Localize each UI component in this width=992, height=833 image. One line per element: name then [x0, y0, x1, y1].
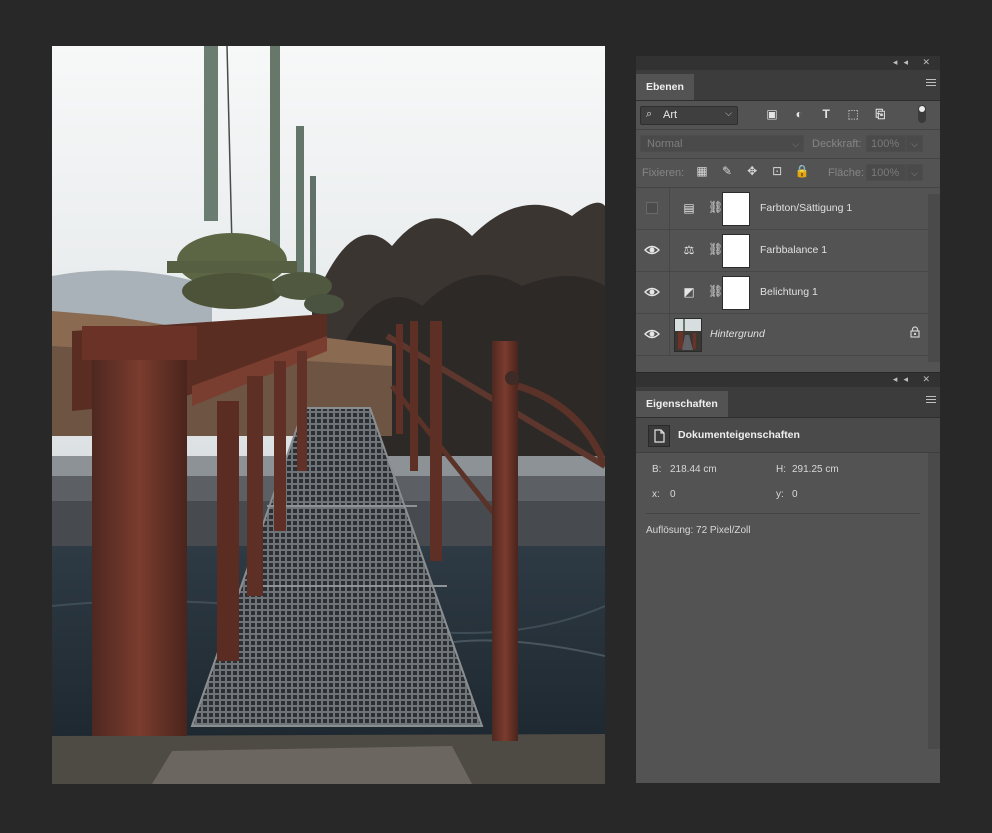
fill-input[interactable]: 100%	[866, 164, 906, 181]
x-label: x:	[652, 489, 660, 500]
x-value[interactable]: 0	[670, 489, 676, 500]
layer-name: Farbton/Sättigung 1	[760, 202, 853, 214]
layer-name: Farbbalance 1	[760, 244, 828, 256]
lock-image-pixels-icon[interactable]: ✎	[719, 164, 735, 178]
search-icon: ⌕	[646, 108, 653, 120]
lock-position-icon[interactable]: ✥	[744, 164, 760, 178]
y-label: y:	[776, 489, 784, 500]
chevron-down-icon: ⌵	[792, 139, 799, 149]
fill-label: Fläche:	[828, 167, 865, 179]
eye-icon[interactable]	[644, 285, 660, 299]
height-label: H:	[776, 464, 786, 475]
layer-mask-thumbnail[interactable]	[722, 192, 750, 226]
mask-link-icon[interactable]: ⛓	[708, 242, 723, 256]
opacity-input[interactable]: 100%	[866, 135, 906, 152]
color-balance-icon: ⚖	[683, 243, 695, 257]
layer-row-color-balance[interactable]: ⚖ ⛓ Farbbalance 1	[636, 230, 940, 272]
opacity-label: Deckkraft:	[812, 138, 862, 150]
filter-icons: ▣ ◐ T ⬚ ⎘	[764, 107, 896, 121]
type-filter-icon[interactable]: T	[818, 107, 834, 121]
divider	[669, 188, 670, 229]
properties-section-header: Dokumenteigenschaften	[636, 418, 940, 453]
properties-tabbar: Eigenschaften	[636, 387, 940, 418]
document-icon	[648, 425, 670, 447]
layer-mask-thumbnail[interactable]	[722, 234, 750, 268]
y-value[interactable]: 0	[792, 489, 798, 500]
hue-saturation-icon: ▤	[683, 201, 695, 215]
opacity-dropdown-icon[interactable]: ⌵	[906, 135, 923, 152]
image-thumbnail[interactable]	[674, 318, 702, 352]
exposure-icon: ◩	[683, 285, 695, 299]
panel-collapse-close-buttons[interactable]: ◂◂ ✕	[893, 374, 936, 385]
document-canvas[interactable]	[52, 46, 605, 784]
layer-list: ▤ ⛓ Farbton/Sättigung 1 ⚖ ⛓ Farbbalance …	[636, 188, 940, 356]
layer-name: Hintergrund	[710, 328, 765, 340]
layer-filter-row: ⌕ Art ⌵ ▣ ◐ T ⬚ ⎘	[636, 101, 940, 130]
lock-artboard-icon[interactable]: ⊡	[769, 164, 785, 178]
filter-toggle[interactable]	[918, 105, 926, 123]
layer-row-background[interactable]: Hintergrund	[636, 314, 940, 356]
divider	[669, 272, 670, 313]
adjustment-filter-icon[interactable]: ◐	[791, 107, 807, 121]
visibility-toggle-off[interactable]	[646, 202, 658, 214]
layer-row-hue-saturation[interactable]: ▤ ⛓ Farbton/Sättigung 1	[636, 188, 940, 230]
fill-dropdown-icon[interactable]: ⌵	[906, 164, 923, 181]
lock-row: Fixieren: ▦ ✎ ✥ ⊡ 🔒 Fläche: 100% ⌵	[636, 159, 940, 188]
smart-object-filter-icon[interactable]: ⎘	[872, 107, 888, 121]
layers-panel: ◂◂ ✕ Ebenen ⌕ Art ⌵ ▣ ◐ T ⬚ ⎘ Normal ⌵ D…	[636, 56, 940, 372]
tab-eigenschaften[interactable]: Eigenschaften	[636, 391, 728, 417]
blend-mode-select[interactable]: Normal ⌵	[640, 135, 804, 152]
shape-filter-icon[interactable]: ⬚	[845, 107, 861, 121]
eye-icon[interactable]	[644, 243, 660, 257]
panel-topbar: ◂◂ ✕	[636, 56, 940, 70]
chevron-down-icon: ⌵	[725, 108, 732, 118]
lock-all-icon[interactable]: 🔒	[794, 164, 810, 178]
divider	[669, 230, 670, 271]
layer-kind-filter[interactable]: ⌕ Art ⌵	[640, 106, 738, 125]
resolution-text: Auflösung: 72 Pixel/Zoll	[646, 525, 751, 536]
height-value[interactable]: 291.25 cm	[792, 464, 839, 475]
lock-icons: ▦ ✎ ✥ ⊡ 🔒	[694, 164, 816, 178]
background-thumbnail-image	[675, 319, 701, 351]
blend-row: Normal ⌵ Deckkraft: 100% ⌵	[636, 130, 940, 159]
layer-name: Belichtung 1	[760, 286, 818, 298]
properties-panel: ◂◂ ✕ Eigenschaften Dokumenteigenschaften…	[636, 373, 940, 783]
lock-icon	[910, 326, 920, 338]
properties-scrollbar[interactable]	[928, 453, 940, 749]
image-filter-icon[interactable]: ▣	[764, 107, 780, 121]
filter-kind-label: Art	[663, 109, 678, 121]
photo-bridge	[52, 46, 605, 784]
divider	[669, 314, 670, 355]
eye-icon[interactable]	[644, 327, 660, 341]
width-label: B:	[652, 464, 662, 475]
mask-link-icon[interactable]: ⛓	[708, 200, 723, 214]
lock-transparent-pixels-icon[interactable]: ▦	[694, 164, 710, 178]
section-title: Dokumenteigenschaften	[678, 429, 800, 441]
blend-mode-value: Normal	[647, 138, 683, 150]
layers-tabbar: Ebenen	[636, 70, 940, 101]
panel-collapse-close-buttons[interactable]: ◂◂ ✕	[893, 57, 936, 68]
layer-mask-thumbnail[interactable]	[722, 276, 750, 310]
lock-label: Fixieren:	[642, 167, 685, 179]
width-value[interactable]: 218.44 cm	[670, 464, 717, 475]
panel-menu-icon[interactable]	[926, 396, 936, 405]
divider	[646, 513, 920, 514]
mask-link-icon[interactable]: ⛓	[708, 284, 723, 298]
panel-topbar: ◂◂ ✕	[636, 373, 940, 387]
layers-scrollbar[interactable]	[928, 194, 940, 362]
panel-menu-icon[interactable]	[926, 79, 936, 88]
tab-ebenen[interactable]: Ebenen	[636, 74, 694, 100]
layer-row-exposure[interactable]: ◩ ⛓ Belichtung 1	[636, 272, 940, 314]
